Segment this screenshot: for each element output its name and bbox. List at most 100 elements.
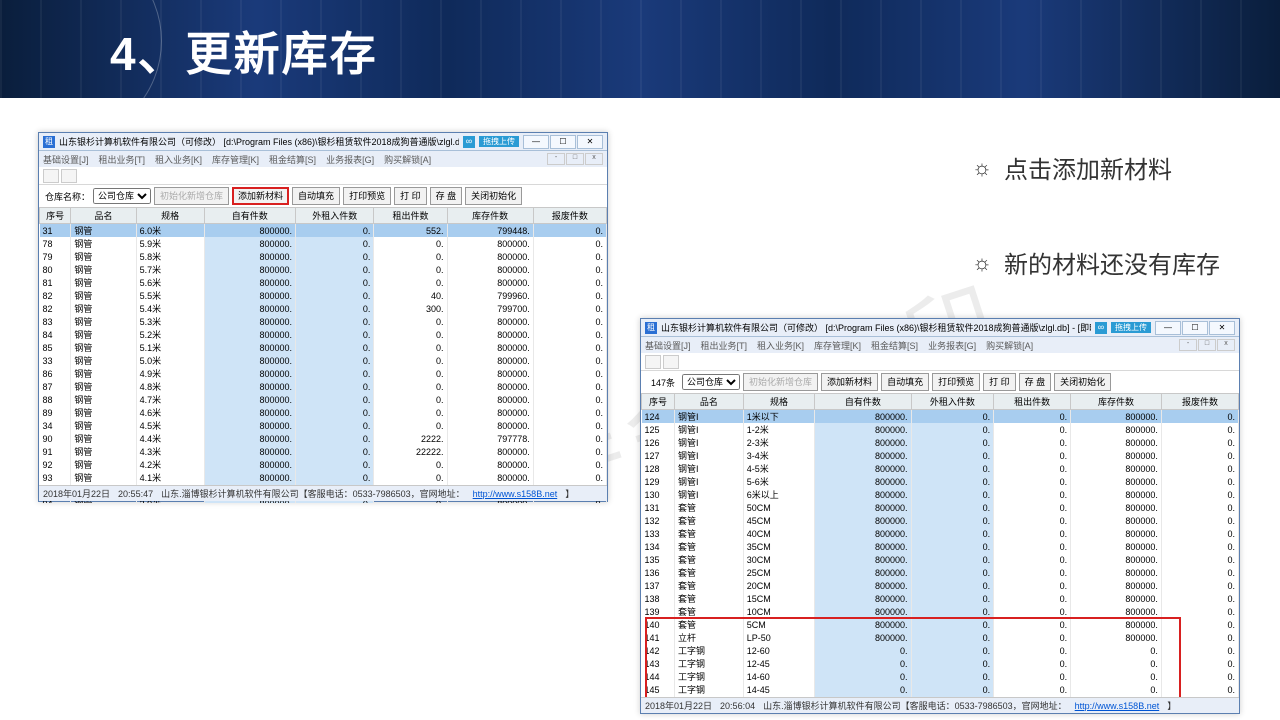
close-init-button[interactable]: 关闭初始化 (1054, 373, 1111, 391)
tool-icon[interactable] (645, 355, 661, 369)
tool-icon[interactable] (61, 169, 77, 183)
print-preview-button[interactable]: 打印预览 (932, 373, 980, 391)
table-row[interactable]: 135套管30CM800000.0.0.800000.0. (642, 553, 1239, 566)
warehouse-select[interactable]: 公司仓库 (682, 374, 740, 390)
menu-item[interactable]: 库存管理[K] (814, 339, 861, 352)
table-row[interactable]: 139套管10CM800000.0.0.800000.0. (642, 605, 1239, 618)
menu-item[interactable]: 业务报表[G] (928, 339, 976, 352)
table-row[interactable]: 145工字钢14-450.0.0.0.0. (642, 683, 1239, 696)
menu-item[interactable]: 购买解锁[A] (384, 153, 431, 166)
table-row[interactable]: 92钢管4.2米800000.0.0.800000.0. (40, 458, 607, 471)
table-row[interactable]: 128钢管I4-5米800000.0.0.800000.0. (642, 462, 1239, 475)
table-row[interactable]: 34钢管4.5米800000.0.0.800000.0. (40, 419, 607, 432)
table-row[interactable]: 90钢管4.4米800000.0.2222.797778.0. (40, 432, 607, 445)
table-row[interactable]: 140套管5CM800000.0.0.800000.0. (642, 618, 1239, 631)
mdi-max[interactable]: □ (1198, 339, 1216, 351)
menu-item[interactable]: 租出业务[T] (99, 153, 146, 166)
title-text: 山东银杉计算机软件有限公司（可修改） [d:\Program Files (x8… (59, 135, 459, 148)
table-row[interactable]: 82钢管5.5米800000.0.40.799960.0. (40, 289, 607, 302)
autofill-button[interactable]: 自动填充 (881, 373, 929, 391)
titlebar: 租 山东银杉计算机软件有限公司（可修改） [d:\Program Files (… (641, 319, 1239, 337)
menu-item[interactable]: 基础设置[J] (645, 339, 691, 352)
autofill-button[interactable]: 自动填充 (292, 187, 340, 205)
menu-item[interactable]: 租出业务[T] (701, 339, 748, 352)
table-row[interactable]: 126钢管I2-3米800000.0.0.800000.0. (642, 436, 1239, 449)
menu-item[interactable]: 租入业务[K] (155, 153, 202, 166)
table-row[interactable]: 86钢管4.9米800000.0.0.800000.0. (40, 367, 607, 380)
menu-item[interactable]: 库存管理[K] (212, 153, 259, 166)
table-row[interactable]: 127钢管I3-4米800000.0.0.800000.0. (642, 449, 1239, 462)
table-row[interactable]: 133套管40CM800000.0.0.800000.0. (642, 527, 1239, 540)
bullet-icon: ☼ (972, 155, 992, 181)
minimize-button[interactable]: — (1155, 321, 1181, 335)
bullet-text: 点击添加新材料 (1004, 150, 1172, 185)
table-row[interactable]: 33钢管5.0米800000.0.0.800000.0. (40, 354, 607, 367)
print-button[interactable]: 打 印 (394, 187, 427, 205)
mdi-close[interactable]: x (1217, 339, 1235, 351)
table-row[interactable]: 141立杆LP-50800000.0.0.800000.0. (642, 631, 1239, 644)
info-icon: ∞ (1095, 322, 1107, 334)
close-button[interactable]: ✕ (577, 135, 603, 149)
table-row[interactable]: 81钢管5.6米800000.0.0.800000.0. (40, 276, 607, 289)
table-row[interactable]: 130钢管I6米以上800000.0.0.800000.0. (642, 488, 1239, 501)
print-button[interactable]: 打 印 (983, 373, 1016, 391)
maximize-button[interactable]: ☐ (1182, 321, 1208, 335)
mdi-min[interactable]: - (547, 153, 565, 165)
add-material-button[interactable]: 添加新材料 (821, 373, 878, 391)
table-row[interactable]: 131套管50CM800000.0.0.800000.0. (642, 501, 1239, 514)
table-row[interactable]: 138套管15CM800000.0.0.800000.0. (642, 592, 1239, 605)
table-row[interactable]: 89钢管4.6米800000.0.0.800000.0. (40, 406, 607, 419)
close-init-button[interactable]: 关闭初始化 (465, 187, 522, 205)
table-row[interactable]: 134套管35CM800000.0.0.800000.0. (642, 540, 1239, 553)
status-link[interactable]: http://www.s158B.net (473, 489, 558, 499)
table-row[interactable]: 132套管45CM800000.0.0.800000.0. (642, 514, 1239, 527)
close-button[interactable]: ✕ (1209, 321, 1235, 335)
data-grid-2[interactable]: 序号品名规格自有件数外租入件数租出件数库存件数报废件数 124钢管I1米以下80… (641, 393, 1239, 713)
app-icon: 租 (645, 322, 657, 334)
table-row[interactable]: 84钢管5.2米800000.0.0.800000.0. (40, 328, 607, 341)
init-button[interactable]: 初始化新增仓库 (154, 187, 229, 205)
save-button[interactable]: 存 盘 (1019, 373, 1052, 391)
table-row[interactable]: 87钢管4.8米800000.0.0.800000.0. (40, 380, 607, 393)
warehouse-select[interactable]: 公司仓库 (93, 188, 151, 204)
print-preview-button[interactable]: 打印预览 (343, 187, 391, 205)
table-row[interactable]: 144工字钢14-600.0.0.0.0. (642, 670, 1239, 683)
table-row[interactable]: 79钢管5.8米800000.0.0.800000.0. (40, 250, 607, 263)
table-row[interactable]: 124钢管I1米以下800000.0.0.800000.0. (642, 410, 1239, 424)
tool-icon[interactable] (43, 169, 59, 183)
menu-item[interactable]: 基础设置[J] (43, 153, 89, 166)
maximize-button[interactable]: ☐ (550, 135, 576, 149)
menu-item[interactable]: 租金结算[S] (269, 153, 316, 166)
table-row[interactable]: 142工字钢12-600.0.0.0.0. (642, 644, 1239, 657)
mdi-max[interactable]: □ (566, 153, 584, 165)
init-button[interactable]: 初始化新增仓库 (743, 373, 818, 391)
table-row[interactable]: 80钢管5.7米800000.0.0.800000.0. (40, 263, 607, 276)
data-grid-1[interactable]: 序号品名规格自有件数外租入件数租出件数库存件数报废件数 31钢管6.0米8000… (39, 207, 607, 503)
table-row[interactable]: 137套管20CM800000.0.0.800000.0. (642, 579, 1239, 592)
table-row[interactable]: 78钢管5.9米800000.0.0.800000.0. (40, 237, 607, 250)
save-button[interactable]: 存 盘 (430, 187, 463, 205)
table-row[interactable]: 125钢管I1-2米800000.0.0.800000.0. (642, 423, 1239, 436)
table-row[interactable]: 93钢管4.1米800000.0.0.800000.0. (40, 471, 607, 484)
menu-item[interactable]: 业务报表[G] (326, 153, 374, 166)
add-material-button[interactable]: 添加新材料 (232, 187, 289, 205)
table-row[interactable]: 88钢管4.7米800000.0.0.800000.0. (40, 393, 607, 406)
table-row[interactable]: 83钢管5.3米800000.0.0.800000.0. (40, 315, 607, 328)
status-link[interactable]: http://www.s158B.net (1075, 701, 1160, 711)
menu-item[interactable]: 租入业务[K] (757, 339, 804, 352)
table-row[interactable]: 129钢管I5-6米800000.0.0.800000.0. (642, 475, 1239, 488)
table-row[interactable]: 82钢管5.4米800000.0.300.799700.0. (40, 302, 607, 315)
table-row[interactable]: 85钢管5.1米800000.0.0.800000.0. (40, 341, 607, 354)
slide-title: 4、更新库存 (0, 0, 1280, 84)
table-row[interactable]: 31钢管6.0米800000.0.552.799448.0. (40, 224, 607, 238)
tool-icon[interactable] (663, 355, 679, 369)
table-row[interactable]: 136套管25CM800000.0.0.800000.0. (642, 566, 1239, 579)
menu-item[interactable]: 购买解锁[A] (986, 339, 1033, 352)
mdi-min[interactable]: - (1179, 339, 1197, 351)
table-row[interactable]: 143工字钢12-450.0.0.0.0. (642, 657, 1239, 670)
table-row[interactable]: 91钢管4.3米800000.0.22222.800000.0. (40, 445, 607, 458)
minimize-button[interactable]: — (523, 135, 549, 149)
column-header: 外租入件数 (296, 208, 374, 224)
menu-item[interactable]: 租金结算[S] (871, 339, 918, 352)
mdi-close[interactable]: x (585, 153, 603, 165)
